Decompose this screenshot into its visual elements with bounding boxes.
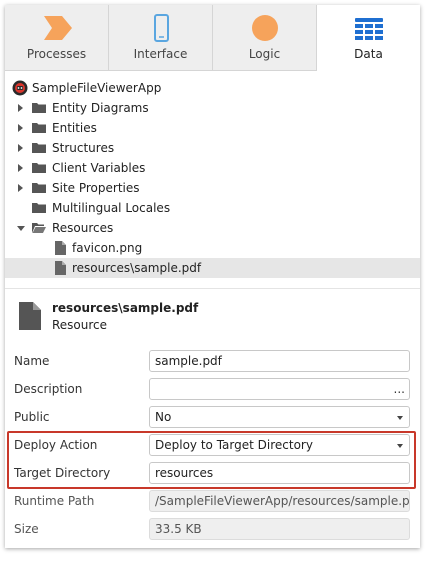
tree-item-multilingual-locales[interactable]: Multilingual Locales [5, 198, 420, 218]
tree-item-structures[interactable]: Structures [5, 138, 420, 158]
deploy-action-select[interactable]: Deploy to Target Directory [149, 434, 410, 456]
tree-item-entities[interactable]: Entities [5, 118, 420, 138]
data-grid-icon [354, 18, 383, 40]
size-field: 33.5 KB [149, 518, 410, 540]
expand-arrow-icon[interactable] [18, 104, 23, 112]
description-field[interactable]: ... [149, 378, 410, 400]
size-value: 33.5 KB [155, 522, 202, 536]
runtime-path-value: /SampleFileViewerApp/resources/sample.pd… [155, 494, 410, 508]
expand-arrow-icon[interactable] [18, 184, 23, 192]
public-value: No [155, 410, 172, 424]
tab-processes[interactable]: Processes [5, 5, 109, 71]
tree-item-sample-pdf[interactable]: resources\sample.pdf [5, 258, 420, 278]
tab-label: Data [354, 47, 383, 61]
file-icon [55, 261, 66, 275]
tab-label: Interface [133, 47, 188, 61]
folder-icon [32, 143, 46, 153]
properties-panel: Processes Interface Logic Data SampleFil… [5, 5, 420, 548]
element-name: resources\sample.pdf [52, 301, 199, 315]
deploy-action-label: Deploy Action [14, 438, 98, 452]
tab-bar: Processes Interface Logic Data [5, 5, 420, 71]
tab-data[interactable]: Data [317, 5, 420, 71]
tab-logic[interactable]: Logic [213, 5, 317, 71]
size-label: Size [14, 522, 39, 536]
collapse-arrow-icon[interactable] [17, 226, 25, 231]
file-icon [55, 241, 66, 255]
resource-file-icon [19, 302, 41, 330]
runtime-path-label: Runtime Path [14, 494, 95, 508]
expand-arrow-icon[interactable] [18, 124, 23, 132]
folder-icon [32, 183, 46, 193]
tab-label: Processes [26, 47, 87, 61]
chevron-down-icon[interactable] [397, 444, 403, 448]
folder-icon [32, 103, 46, 113]
tree-item-label: Resources [52, 221, 114, 235]
public-select[interactable]: No [149, 406, 410, 428]
name-label: Name [14, 354, 50, 368]
tree-item-label: Structures [52, 141, 115, 155]
name-field[interactable]: sample.pdf [149, 350, 410, 372]
logic-circle-icon [251, 15, 278, 41]
tree-item-resources[interactable]: Resources [5, 218, 420, 238]
expand-arrow-icon[interactable] [18, 144, 23, 152]
folder-icon [32, 203, 46, 213]
tree-root[interactable]: SampleFileViewerApp [5, 78, 420, 98]
tree-item-label: Entities [52, 121, 97, 135]
tree-item-label: Site Properties [52, 181, 140, 195]
open-folder-icon [32, 223, 46, 233]
deploy-action-value: Deploy to Target Directory [155, 438, 313, 452]
name-value: sample.pdf [155, 354, 222, 368]
tree-item-client-variables[interactable]: Client Variables [5, 158, 420, 178]
folder-icon [32, 163, 46, 173]
tree-item-label: favicon.png [72, 241, 143, 255]
module-tree: SampleFileViewerApp Entity Diagrams Enti… [5, 78, 420, 278]
tree-item-label: Client Variables [52, 161, 146, 175]
tree-root-label: SampleFileViewerApp [32, 81, 162, 95]
tree-item-label: Entity Diagrams [52, 101, 149, 115]
process-chevron-icon [43, 16, 72, 40]
mobile-device-icon [153, 14, 169, 42]
tree-item-favicon[interactable]: favicon.png [5, 238, 420, 258]
runtime-path-field: /SampleFileViewerApp/resources/sample.pd… [149, 490, 410, 512]
tree-item-label: Multilingual Locales [52, 201, 171, 215]
app-icon [12, 80, 28, 96]
description-ellipsis-button[interactable]: ... [394, 379, 405, 399]
tab-label: Logic [248, 47, 281, 61]
target-directory-field[interactable]: resources [149, 462, 410, 484]
public-label: Public [14, 410, 50, 424]
tab-interface[interactable]: Interface [109, 5, 213, 71]
tree-item-site-properties[interactable]: Site Properties [5, 178, 420, 198]
tree-item-label: resources\sample.pdf [72, 261, 202, 275]
target-directory-value: resources [155, 466, 214, 480]
expand-arrow-icon[interactable] [18, 164, 23, 172]
description-label: Description [14, 382, 83, 396]
target-directory-label: Target Directory [14, 466, 111, 480]
section-divider [5, 288, 420, 289]
folder-icon [32, 123, 46, 133]
element-type: Resource [52, 318, 108, 332]
chevron-down-icon[interactable] [397, 416, 403, 420]
tree-item-entity-diagrams[interactable]: Entity Diagrams [5, 98, 420, 118]
